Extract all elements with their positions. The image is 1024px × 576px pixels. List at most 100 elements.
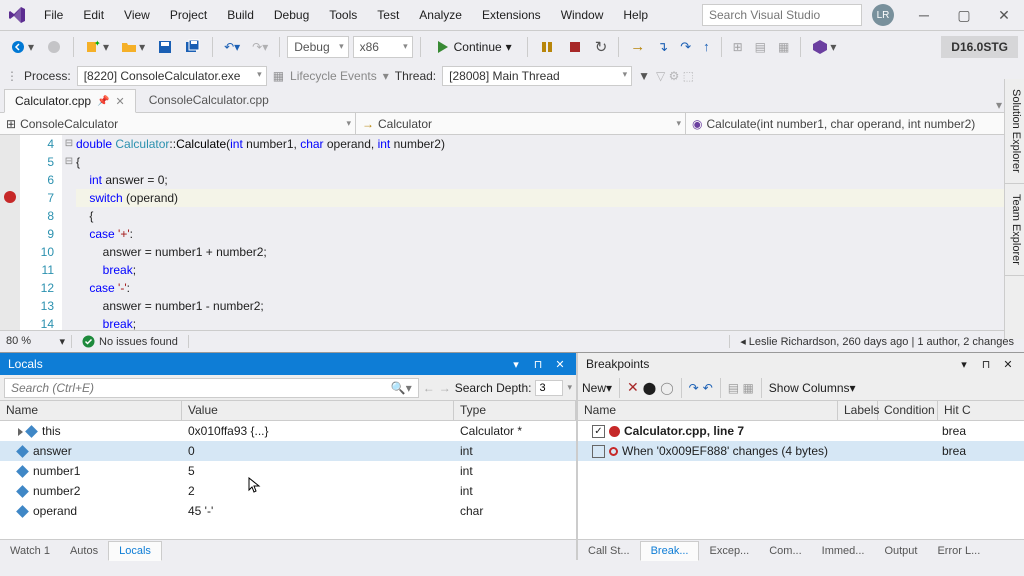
breakpoint-row[interactable]: When '0x009EF888' changes (4 bytes)brea — [578, 441, 1024, 461]
bottom-tab[interactable]: Error L... — [927, 542, 990, 560]
nav-fwd-icon[interactable] — [42, 37, 66, 57]
process-bar: ⋮ Process: [8220] ConsoleCalculator.exe … — [0, 62, 1024, 90]
breakpoint-row[interactable]: ✓Calculator.cpp, line 7brea — [578, 421, 1024, 441]
menu-analyze[interactable]: Analyze — [409, 2, 472, 28]
tab-calculator[interactable]: Calculator.cpp 📌 ✕ — [4, 89, 136, 113]
side-tab[interactable]: Solution Explorer — [1005, 79, 1024, 184]
menu-build[interactable]: Build — [217, 2, 264, 28]
bottom-tab[interactable]: Watch 1 — [0, 542, 60, 560]
undo-icon[interactable]: ↶▾ — [220, 38, 244, 56]
menu-tools[interactable]: Tools — [319, 2, 367, 28]
bp-nav-a[interactable]: ↷ — [689, 381, 699, 395]
locals-title[interactable]: Locals ▾ ⊓ ✕ — [0, 353, 576, 375]
menu-test[interactable]: Test — [367, 2, 409, 28]
menu-edit[interactable]: Edit — [73, 2, 114, 28]
bp-icon-a[interactable]: ⬤ — [643, 381, 656, 395]
bottom-tab[interactable]: Break... — [640, 541, 700, 561]
bottom-tab[interactable]: Autos — [60, 542, 108, 560]
depth-input[interactable] — [535, 380, 563, 396]
bottom-left-tabs: Watch 1AutosLocals — [0, 539, 576, 560]
bottom-tab[interactable]: Locals — [108, 541, 162, 561]
nav-function[interactable]: ◉Calculate(int number1, char operand, in… — [686, 113, 1024, 134]
nav-next-icon[interactable]: → — [439, 381, 451, 395]
avatar[interactable]: LR — [872, 4, 894, 26]
zoom-combo[interactable]: 80 %▾ — [0, 335, 72, 348]
locals-row[interactable]: number22int — [0, 481, 576, 501]
show-next-icon[interactable]: → — [626, 36, 649, 57]
search-input[interactable]: Search Visual Studio — [702, 4, 862, 26]
config-combo[interactable]: Debug — [287, 36, 348, 58]
lifecycle-label[interactable]: Lifecycle Events — [290, 69, 377, 83]
menu-window[interactable]: Window — [551, 2, 614, 28]
nav-prev-icon[interactable]: ← — [423, 381, 435, 395]
locals-header[interactable]: Name Value Type — [0, 401, 576, 421]
depth-label: Search Depth: — [455, 381, 532, 395]
bp-icon-b[interactable]: ◯ — [660, 381, 673, 395]
dropdown-icon[interactable]: ▾ — [508, 358, 524, 371]
toolbar-btn-b[interactable]: ▤ — [751, 38, 770, 56]
locals-pane: Locals ▾ ⊓ ✕ Search (Ctrl+E)🔍▾ ← → Searc… — [0, 353, 578, 560]
maximize-button[interactable]: ▢ — [944, 0, 984, 30]
locals-row[interactable]: this0x010ffa93 {...}Calculator * — [0, 421, 576, 441]
nav-scope[interactable]: ⊞ConsoleCalculator — [0, 113, 356, 134]
redo-icon[interactable]: ↷▾ — [248, 38, 272, 56]
codelens[interactable]: ◂ Leslie Richardson, 260 days ago | 1 au… — [729, 335, 1024, 348]
menu-debug[interactable]: Debug — [264, 2, 319, 28]
continue-button[interactable]: Continue▾ — [428, 38, 520, 56]
bottom-tab[interactable]: Com... — [759, 542, 811, 560]
close-pane-icon[interactable]: ✕ — [552, 358, 568, 371]
bp-nav-b[interactable]: ↶ — [703, 381, 713, 395]
pin-icon[interactable]: 📌 — [97, 96, 109, 107]
issues-status[interactable]: No issues found — [72, 335, 189, 348]
nav-back-icon[interactable]: ▾ — [6, 37, 38, 57]
code-editor[interactable]: 4567891011121314 ⊟⊟ double Calculator::C… — [0, 135, 1024, 330]
stop-icon[interactable] — [563, 37, 587, 57]
menu-bar: FileEditViewProjectBuildDebugToolsTestAn… — [34, 2, 702, 28]
step-out-icon[interactable]: ↑ — [699, 37, 714, 56]
bottom-tab[interactable]: Output — [874, 542, 927, 560]
menu-extensions[interactable]: Extensions — [472, 2, 551, 28]
pin-icon[interactable]: ⊓ — [530, 358, 546, 371]
bottom-tab[interactable]: Excep... — [699, 542, 759, 560]
breakpoints-pane: Breakpoints ▾⊓✕ New▾ ✕ ⬤ ◯ ↷ ↶ ▤ ▦ Show … — [578, 353, 1024, 560]
restart-icon[interactable]: ↻ — [591, 36, 612, 58]
platform-combo[interactable]: x86 — [353, 36, 413, 58]
step-over-icon[interactable]: ↷ — [676, 37, 695, 57]
break-all-icon[interactable] — [535, 37, 559, 57]
locals-row[interactable]: number15int — [0, 461, 576, 481]
tab-consolecalc[interactable]: ConsoleCalculator.cpp — [138, 88, 280, 112]
delete-bp-icon[interactable]: ✕ — [627, 379, 639, 396]
new-breakpoint[interactable]: New▾ — [582, 381, 612, 395]
bp-header[interactable]: Name Labels Condition Hit C — [578, 401, 1024, 421]
step-into-icon[interactable]: ↴ — [653, 37, 672, 57]
close-button[interactable]: ✕ — [984, 0, 1024, 30]
bottom-tab[interactable]: Immed... — [812, 542, 875, 560]
filter-icon[interactable]: ▼ — [638, 69, 650, 83]
toolbar-btn-a[interactable]: ⊞ — [729, 38, 747, 56]
side-dock: Solution ExplorerTeam Explorer — [1004, 79, 1024, 339]
breakpoints-title[interactable]: Breakpoints ▾⊓✕ — [578, 353, 1024, 375]
locals-row[interactable]: answer0int — [0, 441, 576, 461]
process-combo[interactable]: [8220] ConsoleCalculator.exe — [77, 66, 267, 86]
new-item-icon[interactable]: ✦▾ — [81, 37, 113, 57]
locals-row[interactable]: operand45 '-'char — [0, 501, 576, 521]
toolbar-btn-c[interactable]: ▦ — [774, 38, 793, 56]
menu-view[interactable]: View — [114, 2, 160, 28]
save-all-icon[interactable] — [181, 37, 205, 57]
nav-class[interactable]: →Calculator — [356, 113, 686, 134]
locals-search[interactable]: Search (Ctrl+E)🔍▾ — [4, 378, 419, 398]
close-tab-icon[interactable]: ✕ — [116, 95, 125, 108]
menu-file[interactable]: File — [34, 2, 73, 28]
minimize-button[interactable]: ─ — [904, 0, 944, 30]
side-tab[interactable]: Team Explorer — [1005, 184, 1024, 276]
show-columns[interactable]: Show Columns▾ — [769, 381, 856, 395]
thread-combo[interactable]: [28008] Main Thread — [442, 66, 632, 86]
breakpoint-dot[interactable] — [4, 191, 16, 203]
menu-help[interactable]: Help — [613, 2, 658, 28]
live-share-icon[interactable]: ▾ — [808, 37, 840, 57]
save-icon[interactable] — [153, 37, 177, 57]
open-icon[interactable]: ▾ — [117, 37, 149, 57]
process-label: Process: — [24, 69, 71, 83]
menu-project[interactable]: Project — [160, 2, 217, 28]
bottom-tab[interactable]: Call St... — [578, 542, 640, 560]
